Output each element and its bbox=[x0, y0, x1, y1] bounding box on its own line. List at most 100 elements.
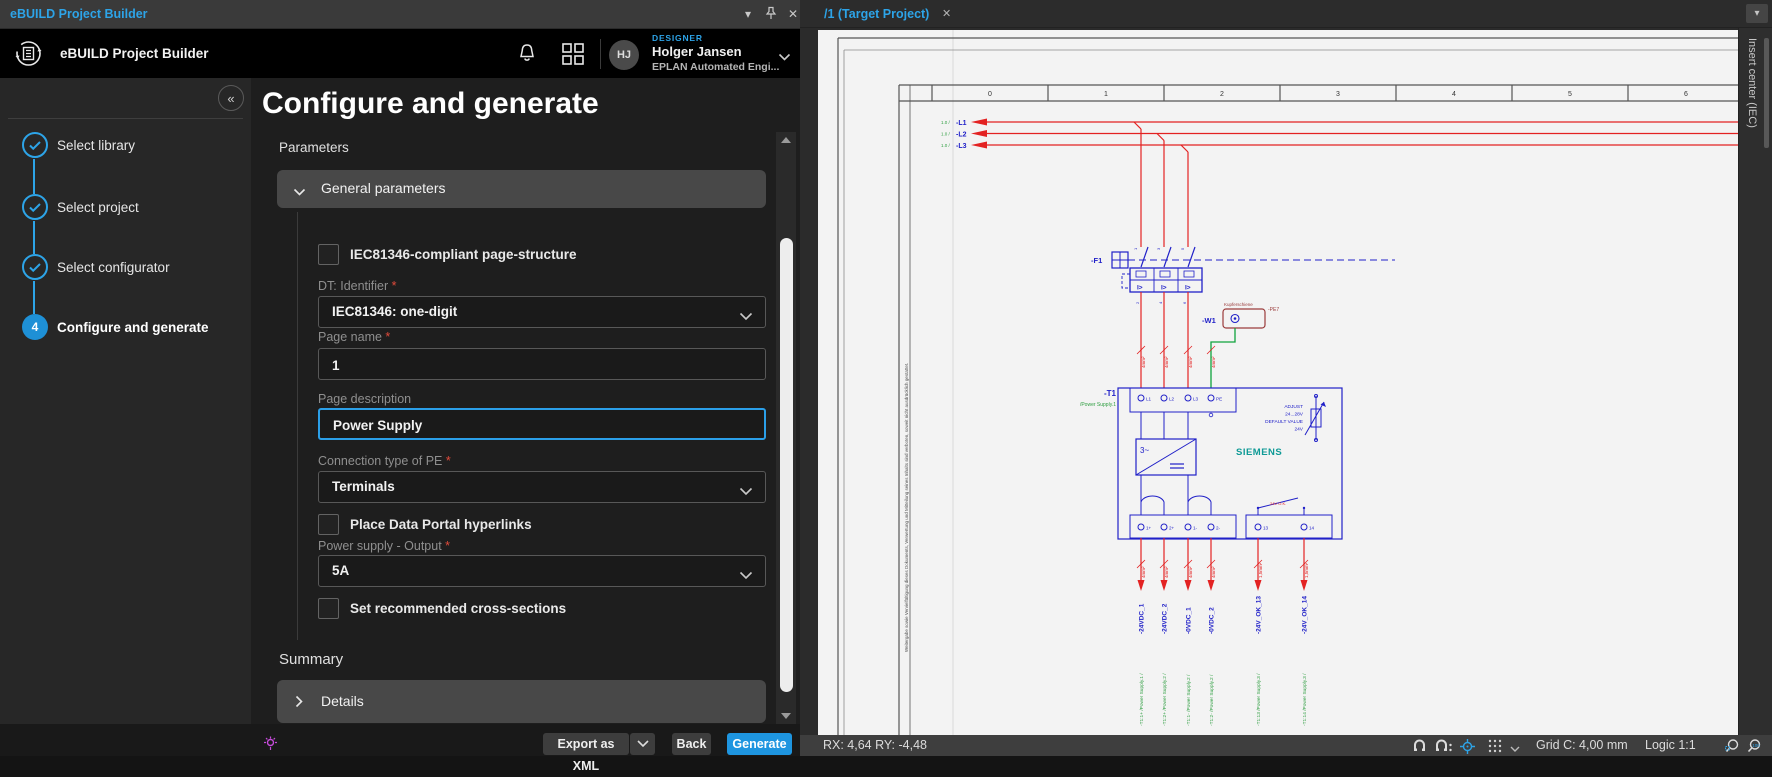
zoom-100-icon[interactable]: 100 bbox=[1746, 738, 1762, 757]
window-menu-icon[interactable]: ▾ bbox=[740, 6, 756, 22]
svg-text:3: 3 bbox=[1336, 91, 1340, 98]
svg-text:-T1:13 /Power Supply.3 /: -T1:13 /Power Supply.3 / bbox=[1256, 673, 1262, 726]
generate-button[interactable]: Generate bbox=[727, 733, 792, 755]
apps-grid-icon[interactable] bbox=[562, 43, 584, 70]
window-title: eBUILD Project Builder bbox=[10, 7, 148, 21]
grid-dots-icon[interactable] bbox=[1488, 739, 1502, 756]
header-divider bbox=[600, 39, 601, 69]
scroll-up-icon[interactable] bbox=[780, 136, 792, 144]
configure-form: Configure and generate Parameters Genera… bbox=[251, 78, 800, 724]
step-connector bbox=[33, 221, 35, 254]
logic-scale-status[interactable]: Logic 1:1 bbox=[1645, 738, 1696, 752]
dt-identifier-label: DT: Identifier * bbox=[318, 279, 397, 293]
tab-target-project[interactable]: /1 (Target Project) bbox=[824, 7, 929, 21]
sidebar-item-configure-generate[interactable]: Configure and generate bbox=[57, 320, 209, 335]
assistant-icon[interactable] bbox=[263, 736, 278, 756]
step-connector bbox=[33, 281, 35, 314]
copyright-margin-note: Weitergabe sowie Vervielfältigung dieses… bbox=[904, 363, 909, 652]
svg-text:-T1:1- /Power Supply.2 /: -T1:1- /Power Supply.2 / bbox=[1186, 674, 1192, 726]
svg-text:-T1:14 /Power Supply.3 /: -T1:14 /Power Supply.3 / bbox=[1302, 673, 1308, 726]
scroll-down-icon[interactable] bbox=[780, 712, 792, 720]
svg-text:4mm²: 4mm² bbox=[1141, 356, 1146, 368]
schematic-drawing: 0 1 2 3 4 5 6 Weitergabe sowie Vervielfä… bbox=[800, 28, 1738, 735]
insert-center-panel[interactable]: Insert center (IEC) bbox=[1738, 28, 1772, 735]
crosshair-icon[interactable] bbox=[1460, 739, 1475, 757]
svg-text:1,5mm²: 1,5mm² bbox=[1258, 562, 1263, 578]
iec-page-structure-checkbox[interactable] bbox=[318, 244, 339, 265]
svg-text:1,5mm²: 1,5mm² bbox=[1304, 562, 1309, 578]
step-4-badge[interactable]: 4 bbox=[22, 314, 48, 340]
pe-connection-label: Connection type of PE * bbox=[318, 454, 451, 468]
tab-list-chevron-icon[interactable]: ▾ bbox=[1746, 4, 1768, 23]
svg-text:14: 14 bbox=[1309, 526, 1315, 531]
snap-magnet-dots-icon[interactable] bbox=[1434, 739, 1453, 756]
bell-icon[interactable] bbox=[517, 42, 537, 70]
svg-text:-24VDC_2: -24VDC_2 bbox=[1162, 603, 1169, 634]
svg-text:Kupferschiene: Kupferschiene bbox=[1224, 302, 1253, 307]
step-1-check-icon[interactable] bbox=[22, 132, 48, 158]
pin-icon[interactable] bbox=[763, 6, 779, 22]
insert-center-label: Insert center (IEC) bbox=[1746, 38, 1758, 128]
svg-text:-PE7: -PE7 bbox=[1268, 307, 1279, 313]
chevron-down-icon bbox=[739, 308, 753, 326]
back-button[interactable]: Back bbox=[672, 733, 711, 755]
svg-text:5: 5 bbox=[1568, 91, 1572, 98]
svg-text:-24VDC_1: -24VDC_1 bbox=[1139, 603, 1146, 634]
svg-text:1-: 1- bbox=[1193, 526, 1198, 531]
sidebar-divider bbox=[8, 118, 243, 119]
svg-text:I>: I> bbox=[1185, 285, 1191, 292]
dt-identifier-select[interactable]: IEC81346: one-digit bbox=[318, 296, 766, 328]
page-name-input[interactable] bbox=[330, 349, 744, 381]
schematic-canvas[interactable]: 0 1 2 3 4 5 6 Weitergabe sowie Vervielfä… bbox=[800, 28, 1738, 735]
svg-text:13: 13 bbox=[1263, 526, 1269, 531]
editor-statusbar: RX: 4,64 RY: -4,48 Grid C: 4,00 mm Logic… bbox=[800, 735, 1772, 756]
snap-magnet-icon[interactable] bbox=[1412, 739, 1427, 756]
chevron-down-icon bbox=[293, 184, 306, 202]
page-title: Configure and generate bbox=[262, 87, 599, 121]
accordion-label: General parameters bbox=[321, 180, 446, 196]
data-portal-hyperlinks-checkbox[interactable] bbox=[318, 514, 339, 535]
svg-text:6: 6 bbox=[1684, 91, 1688, 98]
sidebar-item-select-configurator[interactable]: Select configurator bbox=[57, 260, 170, 275]
cursor-coordinates: RX: 4,64 RY: -4,48 bbox=[823, 738, 927, 752]
sidebar-collapse-button[interactable]: « bbox=[218, 85, 244, 111]
sidebar-item-select-project[interactable]: Select project bbox=[57, 200, 139, 215]
export-options-button[interactable] bbox=[630, 733, 655, 755]
grid-options-chevron-icon[interactable] bbox=[1510, 742, 1520, 756]
avatar[interactable]: HJ bbox=[609, 40, 639, 70]
close-icon[interactable]: ✕ bbox=[785, 6, 801, 22]
svg-text:-T1:1+ /Power Supply.1 /: -T1:1+ /Power Supply.1 / bbox=[1139, 673, 1145, 726]
svg-text:L1: L1 bbox=[1146, 397, 1152, 402]
svg-text:4mm²: 4mm² bbox=[1164, 566, 1169, 578]
cross-sections-checkbox[interactable] bbox=[318, 598, 339, 619]
svg-text:3~: 3~ bbox=[1140, 446, 1149, 455]
svg-text:L2: L2 bbox=[1169, 397, 1175, 402]
step-3-check-icon[interactable] bbox=[22, 254, 48, 280]
user-menu-chevron-icon[interactable] bbox=[778, 49, 791, 67]
svg-text:-F1: -F1 bbox=[1091, 256, 1102, 265]
pe-connection-select[interactable]: Terminals bbox=[318, 471, 766, 503]
general-parameters-accordion[interactable]: General parameters bbox=[277, 170, 766, 208]
chevron-down-icon bbox=[739, 567, 753, 585]
power-output-select[interactable]: 5A bbox=[318, 555, 766, 587]
form-scrollbar[interactable] bbox=[776, 132, 796, 724]
zoom-selection-icon[interactable] bbox=[1724, 738, 1740, 757]
select-value: 5A bbox=[332, 563, 349, 578]
svg-text:DEFAULT VALUE: DEFAULT VALUE bbox=[1265, 419, 1303, 425]
svg-text:2-: 2- bbox=[1216, 526, 1221, 531]
tab-close-icon[interactable]: ✕ bbox=[942, 7, 951, 20]
svg-text:-0VDC_2: -0VDC_2 bbox=[1209, 607, 1216, 634]
grid-size-status[interactable]: Grid C: 4,00 mm bbox=[1536, 738, 1628, 752]
export-xml-button[interactable]: Export as XML bbox=[543, 733, 629, 755]
page-description-input[interactable] bbox=[331, 410, 745, 440]
sidebar-item-select-library[interactable]: Select library bbox=[57, 138, 135, 153]
scrollbar-thumb[interactable] bbox=[780, 238, 793, 692]
insert-center-scrollbar[interactable] bbox=[1764, 38, 1769, 148]
svg-text:PE: PE bbox=[1216, 397, 1222, 402]
step-2-check-icon[interactable] bbox=[22, 194, 48, 220]
chevron-right-icon bbox=[295, 695, 304, 713]
details-accordion[interactable]: Details bbox=[277, 680, 766, 723]
ebuild-panel: eBUILD Project Builder ▾ ✕ eBUILD Projec… bbox=[0, 0, 800, 756]
user-org: EPLAN Automated Engi... bbox=[652, 61, 779, 73]
svg-text:0: 0 bbox=[988, 91, 992, 98]
